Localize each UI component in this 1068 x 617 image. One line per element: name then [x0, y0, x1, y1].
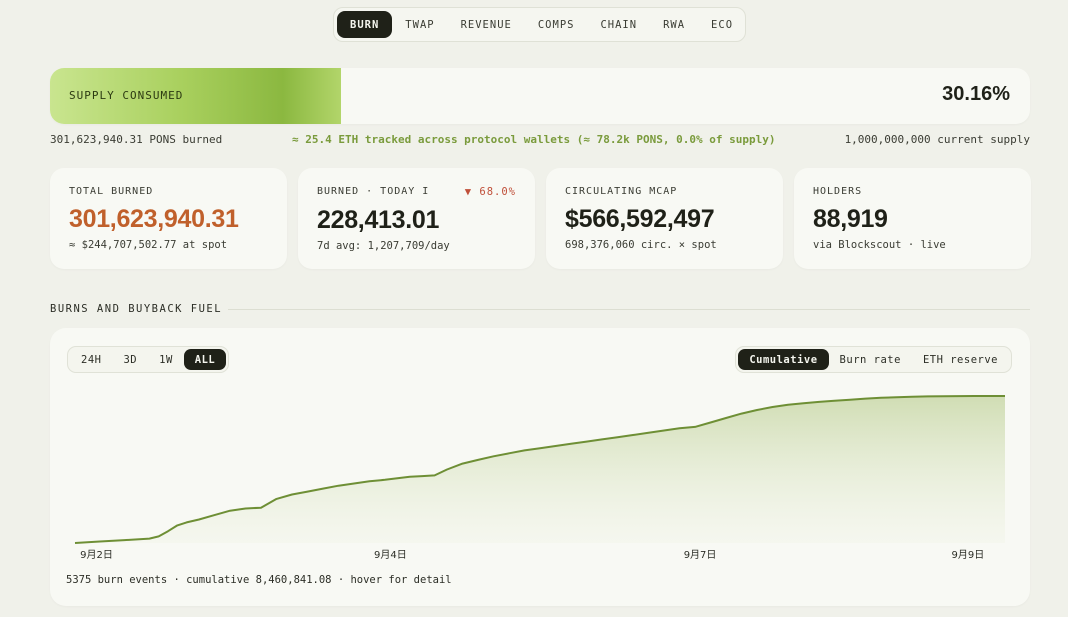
- total-burned-value: 301,623,940.31: [69, 205, 239, 233]
- chart-footer: 5375 burn events · cumulative 8,460,841.…: [66, 574, 452, 586]
- range-3d-button[interactable]: 3D: [112, 349, 148, 370]
- total-burned-card: TOTAL BURNED 301,623,940.31 ≈ $244,707,5…: [50, 168, 287, 269]
- mode-cumulative-button[interactable]: Cumulative: [738, 349, 829, 370]
- holders-card: HOLDERS 88,919 via Blockscout · live: [794, 168, 1031, 269]
- card-label: CIRCULATING MCAP: [565, 186, 678, 197]
- burn-chart-panel: 9月2日 9月4日 9月7日 9月9日 24H 3D 1W ALL Cumulative Bu…: [50, 328, 1030, 606]
- circulating-mcap-card: CIRCULATING MCAP $566,592,497 698,376,06…: [546, 168, 783, 269]
- cumulative-area-fill: [75, 396, 1005, 543]
- burned-today-card: BURNED · TODAY I ▼ 68.0% 228,413.01 7d a…: [298, 168, 535, 269]
- holders-source: via Blockscout · live: [813, 239, 946, 251]
- tab-twap[interactable]: TWAP: [392, 11, 447, 38]
- supply-label: SUPPLY CONSUMED: [69, 89, 184, 102]
- tab-burn[interactable]: BURN: [337, 11, 393, 38]
- supply-percent: 30.16%: [942, 83, 1010, 105]
- supply-consumed-bar: SUPPLY CONSUMED 30.16%: [50, 68, 1030, 124]
- total-burned-usd: ≈ $244,707,502.77 at spot: [69, 239, 228, 251]
- time-range-selector: 24H 3D 1W ALL: [67, 346, 230, 373]
- burned-today-value: 228,413.01: [317, 206, 440, 234]
- x-tick-label: 9月9日: [952, 549, 985, 561]
- tab-chain[interactable]: CHAIN: [587, 11, 650, 38]
- chart-mode-selector: Cumulative Burn rate ETH reserve: [735, 346, 1012, 373]
- tab-rwa[interactable]: RWA: [650, 11, 698, 38]
- burned-amount-text: 301,623,940.31 PONS burned: [50, 133, 223, 146]
- mode-eth-reserve-button[interactable]: ETH reserve: [912, 349, 1009, 370]
- mcap-value: $566,592,497: [565, 205, 715, 233]
- mode-burn-rate-button[interactable]: Burn rate: [829, 349, 912, 370]
- card-label: BURNED · TODAY I: [317, 186, 430, 197]
- range-all-button[interactable]: ALL: [183, 349, 227, 370]
- top-nav: BURN TWAP REVENUE COMPS CHAIN RWA ECO: [333, 7, 746, 42]
- today-delta-badge: ▼ 68.0%: [464, 186, 516, 198]
- holders-value: 88,919: [813, 205, 888, 233]
- tab-eco[interactable]: ECO: [698, 11, 746, 38]
- x-tick-label: 9月4日: [374, 549, 407, 561]
- range-1w-button[interactable]: 1W: [148, 349, 184, 370]
- card-label: TOTAL BURNED: [69, 186, 154, 197]
- eth-tracked-text: ≈ 25.4 ETH tracked across protocol walle…: [292, 133, 776, 146]
- card-label: HOLDERS: [813, 186, 863, 197]
- tab-revenue[interactable]: REVENUE: [448, 11, 525, 38]
- circulating-supply-text: 698,376,060 circ. × spot: [565, 239, 717, 251]
- range-24h-button[interactable]: 24H: [70, 349, 112, 370]
- section-divider: [228, 309, 1030, 310]
- tab-comps[interactable]: COMPS: [525, 11, 588, 38]
- x-tick-label: 9月7日: [684, 549, 717, 561]
- x-tick-label: 9月2日: [80, 549, 113, 561]
- seven-day-average: 7d avg: 1,207,709/day: [317, 240, 450, 252]
- section-title: BURNS AND BUYBACK FUEL: [50, 303, 223, 315]
- current-supply-text: 1,000,000,000 current supply: [844, 133, 1030, 146]
